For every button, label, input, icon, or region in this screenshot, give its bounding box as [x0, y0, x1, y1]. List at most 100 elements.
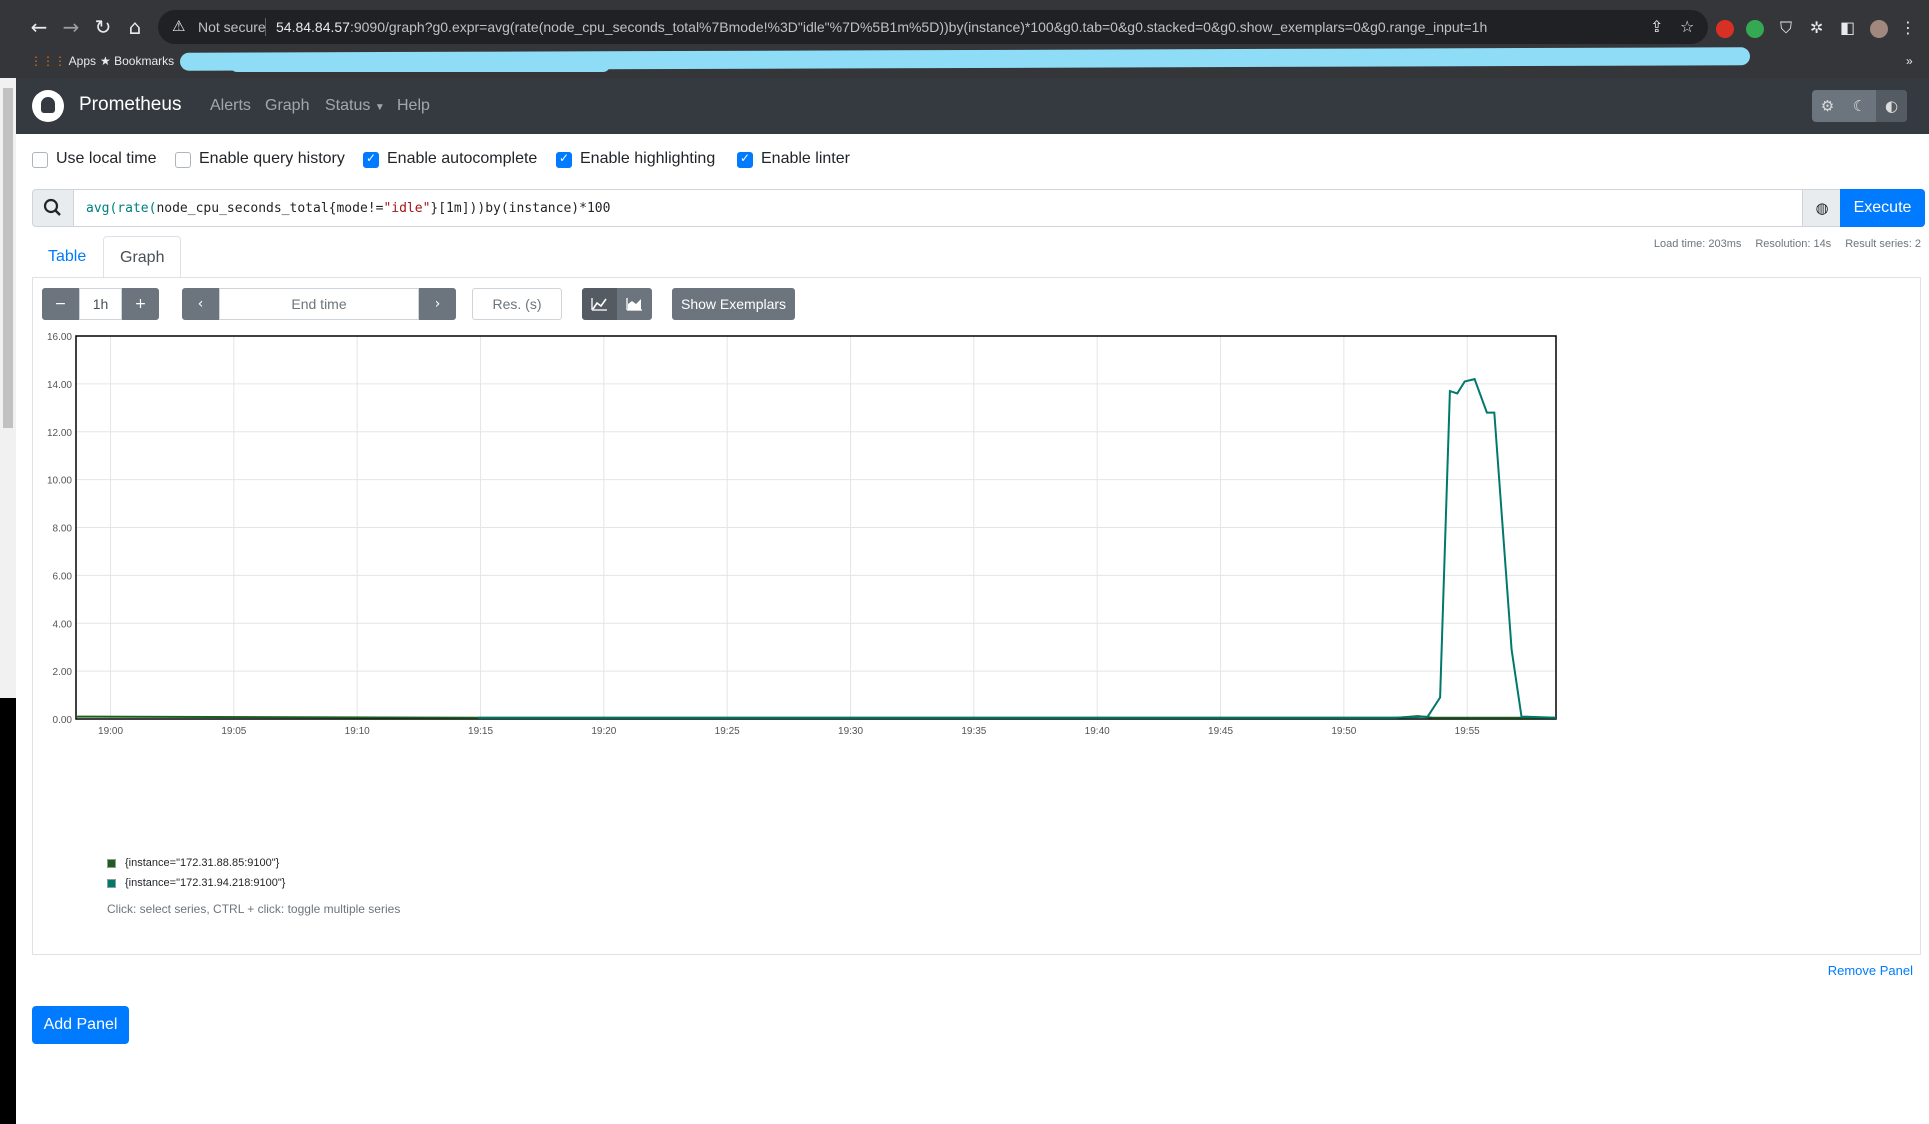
range-input[interactable]: 1h	[79, 288, 122, 320]
y-tick-label: 16.00	[47, 332, 72, 343]
expression-input[interactable]: avg(rate(node_cpu_seconds_total{mode!="i…	[73, 189, 1835, 227]
show-exemplars-button[interactable]: Show Exemplars	[672, 288, 796, 320]
x-tick-label: 19:50	[1331, 726, 1356, 737]
resolution-input[interactable]: Res. (s)	[472, 288, 562, 320]
use-local-time-label: Use local time	[56, 150, 157, 167]
x-tick-label: 19:05	[221, 726, 246, 737]
apps-grid-icon: ⋮⋮⋮	[30, 54, 66, 68]
chart-series[interactable]	[75, 377, 1557, 719]
y-tick-label: 6.00	[53, 571, 73, 582]
home-icon[interactable]: ⌂	[122, 14, 148, 40]
end-time-input[interactable]: End time	[219, 288, 419, 320]
legend-swatch	[107, 879, 116, 888]
forward-icon[interactable]: →	[58, 14, 84, 40]
result-series: Result series: 2	[1845, 238, 1921, 250]
search-icon	[32, 189, 74, 227]
left-scrollbar	[0, 78, 16, 1124]
decrease-range-button[interactable]: −	[42, 288, 79, 320]
url-text[interactable]: 54.84.84.57:9090/graph?g0.expr=avg(rate(…	[276, 19, 1487, 35]
tab-table[interactable]: Table	[32, 236, 102, 278]
puzzle-icon[interactable]: ✲	[1810, 18, 1823, 37]
resolution: Resolution: 14s	[1755, 238, 1832, 250]
checkbox-checked[interactable]	[363, 151, 379, 168]
x-tick-label: 19:25	[715, 726, 740, 737]
brand-title[interactable]: Prometheus	[79, 94, 181, 116]
x-tick-label: 19:55	[1455, 726, 1480, 737]
line-chart-icon[interactable]	[582, 288, 617, 320]
linter-label: Enable linter	[761, 150, 850, 167]
y-tick-label: 8.00	[53, 524, 73, 535]
prev-time-button[interactable]: ‹	[182, 288, 219, 320]
stacked-chart-icon[interactable]	[617, 288, 652, 320]
chart-axes: 0.00 2.00 4.00 6.00 8.00 10.00 12.00 14.00 16.00…	[47, 332, 1557, 737]
execute-button[interactable]: Execute	[1840, 189, 1925, 227]
tab-graph[interactable]: Graph	[103, 236, 182, 278]
omnibox-divider	[265, 18, 266, 36]
x-tick-label: 19:45	[1208, 726, 1233, 737]
x-tick-label: 19:15	[468, 726, 493, 737]
y-tick-label: 2.00	[53, 667, 73, 678]
bookmarks-folder[interactable]: ★ Bookmarks	[100, 54, 174, 68]
x-tick-label: 19:00	[98, 726, 123, 737]
nav-status-label: Status	[325, 97, 371, 114]
prometheus-logo-icon[interactable]	[32, 90, 64, 122]
caret-down-icon: ▼	[374, 102, 385, 113]
star-icon[interactable]: ☆	[1680, 17, 1694, 36]
share-icon[interactable]: ⇪	[1650, 17, 1663, 36]
metrics-explorer-globe-icon[interactable]: ◍	[1802, 189, 1842, 227]
shield-icon[interactable]: ⛉	[1780, 18, 1792, 38]
chart-svg[interactable]: 0.00 2.00 4.00 6.00 8.00 10.00 12.00 14.00 16.00…	[30, 328, 1910, 830]
profile-avatar[interactable]	[1870, 20, 1888, 38]
nav-help[interactable]: Help	[397, 97, 430, 115]
legend-label: {instance="172.31.94.218:9100"}	[125, 877, 286, 889]
add-panel-button[interactable]: Add Panel	[32, 1006, 129, 1044]
x-tick-label: 19:30	[838, 726, 863, 737]
scrollbar-thumb[interactable]	[3, 88, 13, 428]
not-secure-label: Not secure	[198, 19, 266, 35]
checkbox-unchecked[interactable]	[32, 152, 48, 168]
y-tick-label: 12.00	[47, 428, 72, 439]
remove-panel-link[interactable]: Remove Panel	[1828, 963, 1913, 978]
query-metric: node_cpu_seconds_total{	[156, 201, 337, 216]
checkbox-checked[interactable]	[737, 151, 753, 168]
extension-red-icon[interactable]	[1716, 20, 1734, 38]
next-time-button[interactable]: ›	[419, 288, 456, 320]
nav-status[interactable]: Status ▼	[325, 97, 385, 115]
query-rest: }[1m]))by(instance)*100	[430, 201, 611, 216]
dark-strip	[0, 698, 16, 1124]
increase-range-button[interactable]: +	[122, 288, 159, 320]
checkbox-checked[interactable]	[556, 151, 572, 168]
address-bar[interactable]: ⚠ Not secure 54.84.84.57:9090/graph?g0.e…	[158, 10, 1708, 44]
gear-icon[interactable]: ⚙	[1812, 90, 1843, 122]
browser-chrome: ← → ↻ ⌂ ⚠ Not secure 54.84.84.57:9090/gr…	[0, 0, 1929, 78]
nav-alerts[interactable]: Alerts	[210, 97, 251, 115]
menu-icon[interactable]: ⋮	[1900, 18, 1916, 37]
series-line-2[interactable]	[478, 377, 1557, 719]
query-fn: avg(rate(	[86, 201, 157, 216]
side-panel-icon[interactable]: ◧	[1840, 18, 1855, 37]
autocomplete-label: Enable autocomplete	[387, 150, 538, 167]
chart-grid	[76, 335, 1556, 720]
extension-green-icon[interactable]	[1746, 20, 1764, 38]
query-value: "idle"	[383, 201, 431, 216]
checkbox-unchecked[interactable]	[175, 152, 191, 168]
y-tick-label: 0.00	[53, 715, 73, 726]
reload-icon[interactable]: ↻	[90, 14, 116, 40]
graph-chart[interactable]: 0.00 2.00 4.00 6.00 8.00 10.00 12.00 14.00 16.00…	[30, 328, 1910, 830]
scrollbar-track[interactable]	[0, 78, 16, 698]
warning-icon: ⚠	[172, 17, 186, 35]
bookmarks-label: Bookmarks	[114, 54, 175, 68]
apps-bookmark[interactable]: ⋮⋮⋮ Apps	[30, 54, 96, 68]
contrast-icon[interactable]: ◐	[1876, 90, 1907, 122]
back-icon[interactable]: ←	[26, 14, 52, 40]
query-stats: Load time: 203ms Resolution: 14s Result se…	[1640, 238, 1921, 250]
chevron-right-icon[interactable]: »	[1906, 54, 1913, 68]
url-host: 54.84.84.57	[276, 19, 350, 35]
nav-graph[interactable]: Graph	[265, 97, 309, 115]
redaction-scribble-2	[230, 58, 610, 72]
y-tick-label: 14.00	[47, 380, 72, 391]
moon-icon[interactable]: ☾	[1844, 90, 1875, 122]
highlighting-label: Enable highlighting	[580, 150, 716, 167]
apps-label: Apps	[68, 54, 97, 68]
bookmark-star-icon: ★	[100, 54, 111, 68]
